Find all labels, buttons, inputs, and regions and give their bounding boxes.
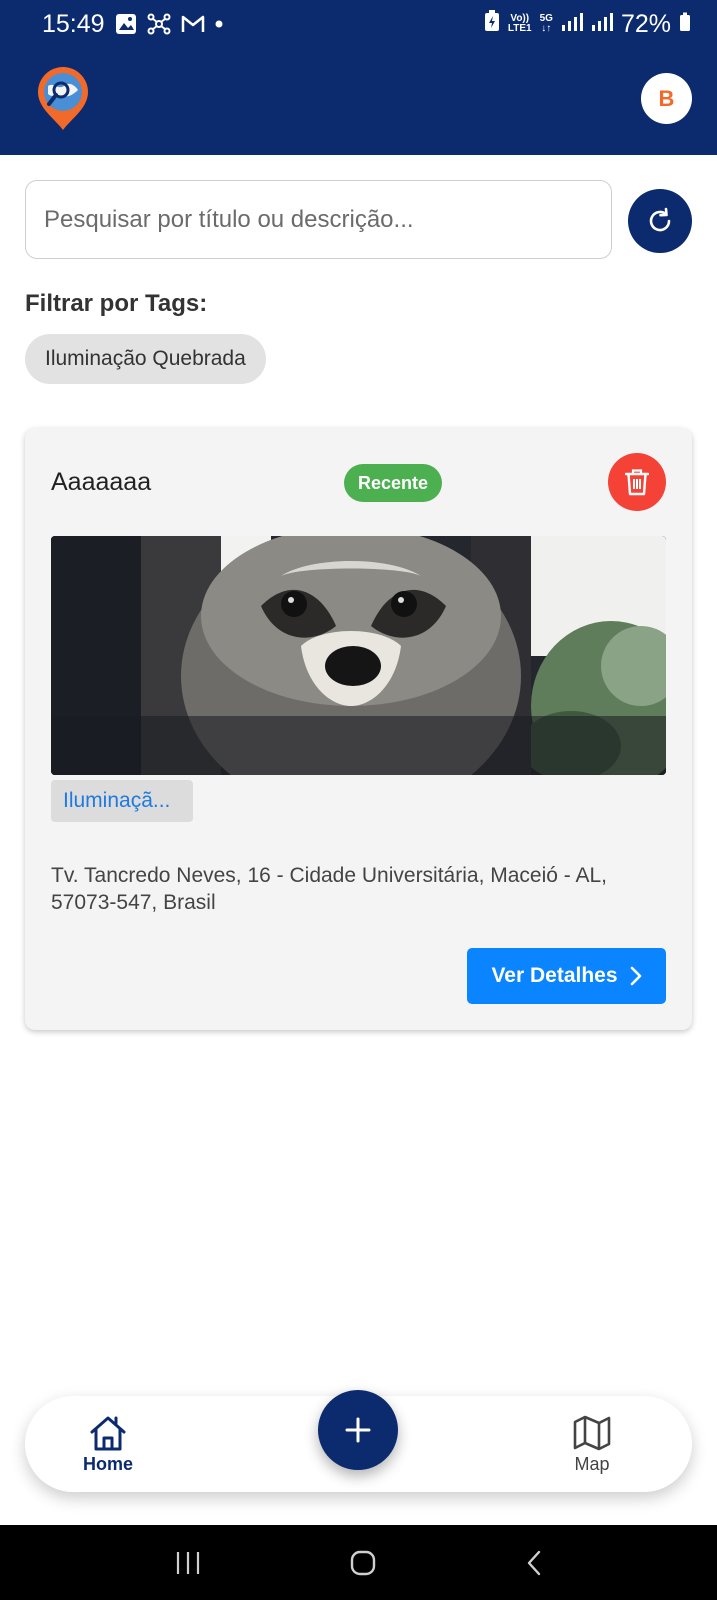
home-system-icon[interactable] [349,1549,377,1577]
refresh-icon [649,207,671,232]
system-navigation-bar [0,1525,717,1600]
status-bar: 15:49 Vo)) LTE1 5G ↓↑ 72% [0,0,717,48]
search-input[interactable] [25,180,612,259]
volte-bottom: LTE1 [507,23,532,34]
occurrence-card: Aaaaaaa Recente Iluminaçã... Tv. Tancred… [25,428,692,1030]
card-address: Tv. Tancredo Neves, 16 - Cidade Universi… [51,864,607,914]
app-logo-icon [34,64,92,132]
fiveg-indicator: 5G ↓↑ [540,14,553,34]
gallery-icon [115,13,137,35]
avatar[interactable]: B [641,73,692,124]
chevron-right-icon [630,966,641,986]
plus-icon [345,1417,371,1443]
filter-label: Filtrar por Tags: [25,290,208,317]
nav-home[interactable]: Home [83,1414,133,1475]
filter-tag-chip[interactable]: Iluminação Quebrada [25,334,266,384]
raccoon-photo[interactable] [51,536,666,775]
status-badge: Recente [344,464,442,502]
signal-icon [561,10,583,39]
view-details-label: Ver Detalhes [491,964,618,987]
volte-indicator: Vo)) LTE1 [508,14,532,34]
dot-icon [215,20,223,28]
map-icon [573,1415,611,1451]
home-icon [90,1416,126,1451]
gmail-icon [181,14,205,34]
card-tag[interactable]: Iluminaçã... [51,780,193,822]
battery-icon [679,10,691,39]
recent-apps-icon[interactable] [174,1550,202,1576]
view-details-button[interactable]: Ver Detalhes [467,948,666,1004]
refresh-button[interactable] [628,189,692,253]
status-time: 15:49 [42,9,105,38]
add-button[interactable] [318,1390,398,1470]
trash-icon [625,469,649,496]
fiveg-bottom: ↓↑ [541,23,552,34]
hub-icon [147,13,171,35]
avatar-initial: B [658,85,675,111]
back-icon[interactable] [524,1549,544,1577]
nav-map-label: Map [574,1454,610,1474]
delete-button[interactable] [608,453,666,511]
card-title: Aaaaaaa [51,468,152,496]
nav-home-label: Home [83,1454,134,1474]
signal-icon-2 [591,10,613,39]
battery-saver-icon [484,9,500,39]
app-header: B [0,48,717,155]
battery-percent: 72% [620,9,671,38]
nav-map[interactable]: Map [572,1414,612,1475]
